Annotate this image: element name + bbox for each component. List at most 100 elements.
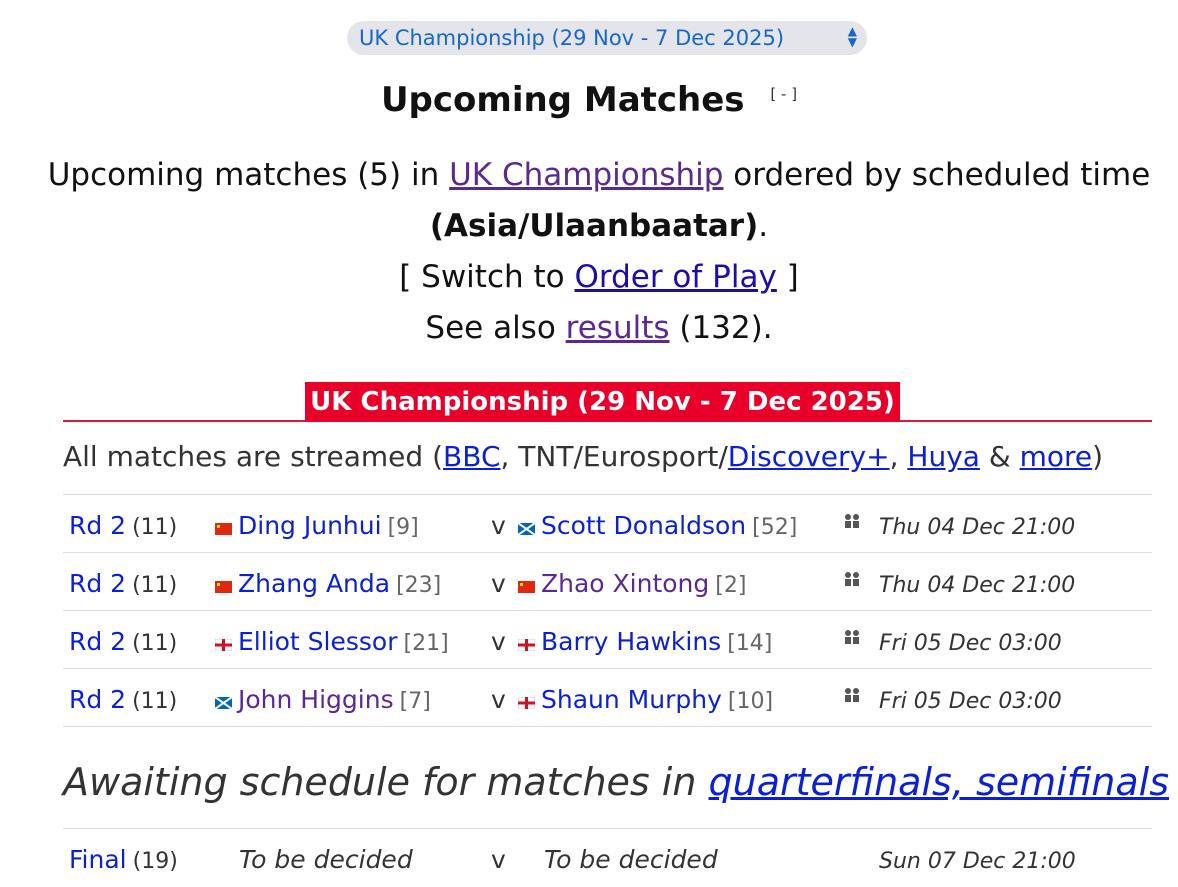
collapse-toggle[interactable]: [ - ] [770,85,797,103]
round-label[interactable]: Final (19) [69,845,178,874]
intro-text-1: Upcoming matches (5) in [47,157,450,193]
later-rounds-link[interactable]: quarterfinals, semifinals [709,760,1169,804]
player1-tbd: To be decided [239,845,413,874]
england-flag-icon [517,628,536,652]
player1[interactable]: John Higgins [7] [214,685,431,714]
intro-text-2: ordered by scheduled time [723,157,1151,193]
player2-seed: [10] [727,689,774,714]
match-row: Rd 2 (11) Ding Junhui [9] v Scott Donaldso… [63,494,1152,553]
player1[interactable]: Zhang Anda [23] [215,569,441,598]
awaiting-schedule: Awaiting schedule for matches in quarter… [63,760,1169,804]
player1-name: Ding Junhui [238,511,382,540]
china-flag-icon [215,570,232,593]
round-name: Rd 2 [69,511,127,540]
streaming-text-3: & [979,440,1020,473]
head-to-head-icon[interactable] [841,686,863,704]
more-link[interactable]: more [1020,440,1093,473]
player1-seed: [7] [399,689,431,714]
england-flag-icon [517,686,536,710]
player1-seed: [21] [403,631,449,656]
round-label[interactable]: Rd 2 (11) [69,627,177,656]
best-of: (11) [132,573,178,598]
row-divider [63,726,1152,727]
match-row: Rd 2 (11) Zhang Anda [23] v Zhao Xintong [2… [63,552,1152,611]
round-label[interactable]: Rd 2 (11) [69,685,177,714]
streaming-text-1: , TNT/Eurosport/ [500,440,728,473]
streaming-info: All matches are streamed (BBC, TNT/Euros… [63,440,1103,473]
switch-prefix: [ Switch to [399,259,575,295]
player1-name: Elliot Slessor [238,627,398,656]
page-title: Upcoming Matches [ - ] [0,80,1178,120]
intro-text-3: . [758,208,769,244]
player2-seed: [14] [727,631,773,656]
timezone-label: (Asia/Ulaanbaatar) [429,208,759,244]
final-row: Final (19) To be decided v To be decided … [63,829,1152,887]
head-to-head-icon[interactable] [841,570,863,588]
streaming-text-2: , [889,440,908,473]
best-of: (11) [132,631,178,656]
player1-seed: [23] [396,573,442,598]
player2-name: Shaun Murphy [541,685,722,714]
match-row: Rd 2 (11) John Higgins [7] v Shaun Murphy[… [63,668,1152,727]
match-time: Fri 05 Dec 03:00 [879,631,1062,656]
player2-name: Barry Hawkins [541,627,722,656]
round-name: Final [69,845,127,874]
player2[interactable]: Scott Donaldson [52] [517,511,798,540]
page-title-text: Upcoming Matches [380,80,745,120]
round-label[interactable]: Rd 2 (11) [69,511,177,540]
results-link[interactable]: results [566,310,670,346]
results-count: (132). [669,310,773,346]
england-flag-icon [214,628,233,652]
player2-name: Zhao Xintong [541,569,710,598]
streaming-suffix: ) [1092,440,1104,473]
player2[interactable]: Zhao Xintong [2] [518,569,746,598]
vs-label: v [491,685,506,714]
match-time: Fri 05 Dec 03:00 [879,689,1062,714]
player1-seed: [9] [387,515,419,540]
match-row: Rd 2 (11) Elliot Slessor [21] v Barry Hawk… [63,610,1152,669]
player2[interactable]: Shaun Murphy [10] [517,685,774,714]
vs-label: v [491,627,506,656]
event-select[interactable]: UK Championship (29 Nov - 7 Dec 2025) ▲ ▼ [347,21,867,55]
player1-name: John Higgins [238,685,394,714]
event-select-value: UK Championship (29 Nov - 7 Dec 2025) [359,26,785,50]
player2-seed: [2] [715,573,747,598]
order-of-play-link[interactable]: Order of Play [574,259,776,295]
round-name: Rd 2 [69,685,127,714]
vs-label: v [491,511,506,540]
china-flag-icon [518,570,535,593]
head-to-head-icon[interactable] [841,512,863,530]
player2-tbd: To be decided [544,845,718,874]
player1[interactable]: Elliot Slessor [21] [214,627,449,656]
huya-link[interactable]: Huya [907,440,980,473]
head-to-head-icon[interactable] [841,628,863,646]
vs-label: v [491,845,506,874]
round-name: Rd 2 [69,569,127,598]
player2[interactable]: Barry Hawkins [14] [517,627,773,656]
player2-name: Scott Donaldson [541,511,747,540]
intro-text: Upcoming matches (5) in UK Championship … [20,150,1178,354]
event-banner: UK Championship (29 Nov - 7 Dec 2025) [305,382,900,422]
vs-label: v [491,569,506,598]
streaming-prefix: All matches are streamed ( [63,440,444,473]
best-of: (11) [132,689,178,714]
switch-suffix: ] [776,259,799,295]
best-of: (11) [132,515,178,540]
event-link[interactable]: UK Championship [449,157,723,193]
player1-name: Zhang Anda [238,569,391,598]
player2-seed: [52] [752,515,798,540]
match-time: Thu 04 Dec 21:00 [879,515,1076,540]
match-time: Sun 07 Dec 21:00 [879,849,1076,874]
best-of: (19) [132,849,178,874]
see-also-prefix: See also [425,310,566,346]
scotland-flag-icon [517,512,536,536]
match-time: Thu 04 Dec 21:00 [879,573,1076,598]
round-label[interactable]: Rd 2 (11) [69,569,177,598]
china-flag-icon [215,512,232,535]
bbc-link[interactable]: BBC [443,440,500,473]
player1[interactable]: Ding Junhui [9] [215,511,419,540]
discovery-link[interactable]: Discovery+ [728,440,890,473]
scotland-flag-icon [214,686,233,710]
round-name: Rd 2 [69,627,127,656]
chevron-updown-icon: ▲ ▼ [847,24,857,49]
